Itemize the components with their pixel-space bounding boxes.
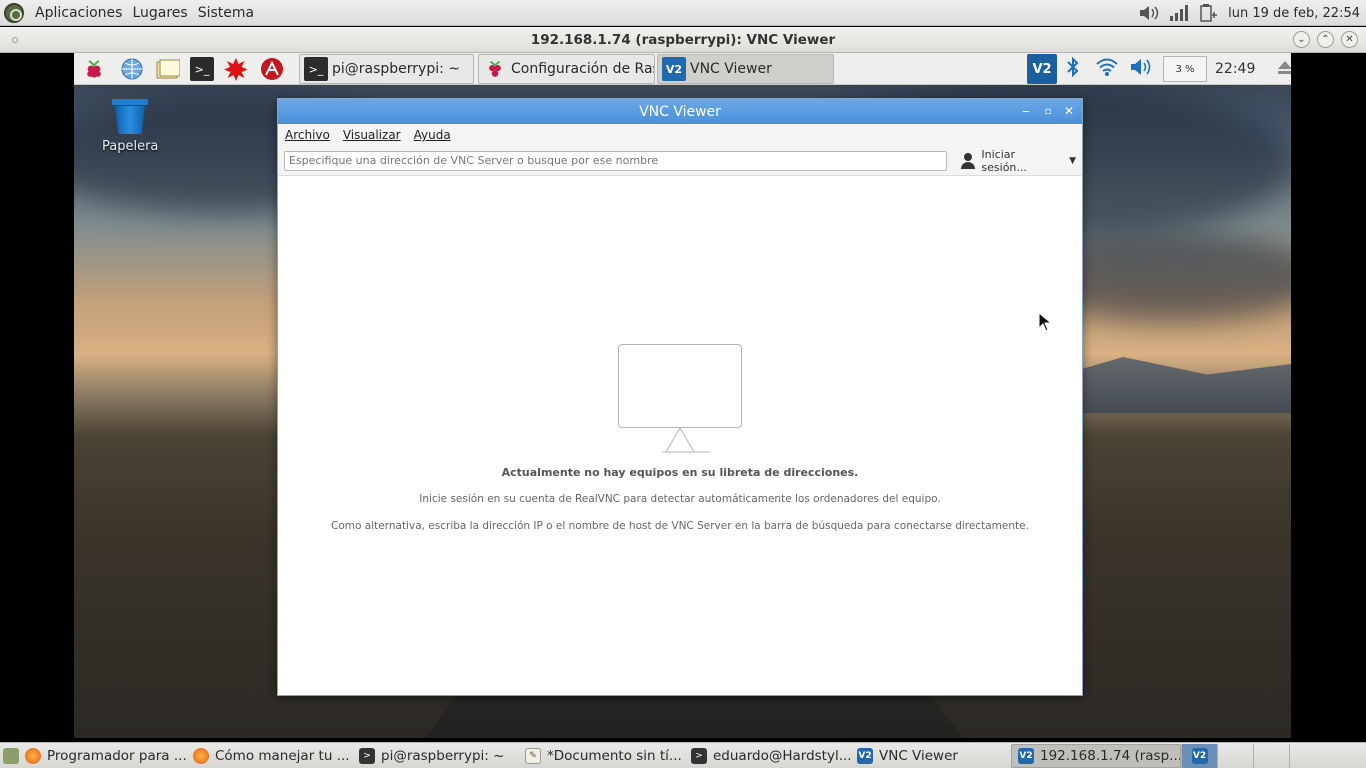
app-titlebar[interactable]: VNC Viewer ‒ ▫ ✕ (278, 99, 1082, 124)
app-menubar: Archivo Visualizar Ayuda (278, 124, 1082, 146)
volume-icon[interactable] (1138, 3, 1160, 23)
bottom-task-label: Programador para ... (47, 747, 187, 764)
vnc-icon: V2 (1018, 747, 1034, 764)
file-manager-icon[interactable] (154, 56, 182, 82)
remote-taskbar: >_ >_ pi@raspberrypi: ~ Configuración de… (74, 53, 1291, 85)
raspberry-menu-icon[interactable] (80, 56, 108, 82)
remote-desktop[interactable]: >_ >_ pi@raspberrypi: ~ Configuración de… (74, 53, 1291, 738)
menu-aplicaciones[interactable]: Aplicaciones (30, 5, 127, 21)
host-top-panel: Aplicaciones Lugares Sistema lun 19 de f… (0, 0, 1366, 26)
vnc-server-icon[interactable]: V2 (1027, 54, 1057, 84)
app-minimize-icon[interactable]: ‒ (1018, 103, 1034, 119)
remote-tray: V2 3 % 22:49 (1027, 53, 1291, 85)
bluetooth-icon[interactable] (1065, 56, 1081, 82)
remote-clock[interactable]: 22:49 (1215, 61, 1255, 77)
wolfram-icon[interactable] (258, 56, 286, 82)
monitor-illustration-icon (618, 344, 742, 454)
vnc-window-title: 192.168.1.74 (raspberrypi): VNC Viewer (530, 31, 836, 48)
search-bar: Iniciar sesión... ▼ (278, 146, 1082, 176)
bottom-task-6[interactable]: V2 VNC Viewer (851, 744, 1011, 768)
remote-task-terminal[interactable]: >_ pi@raspberrypi: ~ (299, 54, 474, 84)
wifi-icon[interactable] (1095, 57, 1119, 81)
menu-lugares[interactable]: Lugares (127, 5, 192, 21)
cpu-monitor[interactable]: 3 % (1163, 56, 1207, 82)
firefox-icon (25, 747, 41, 764)
mouse-cursor-icon (1038, 312, 1052, 332)
remote-task-vnc-viewer[interactable]: V2 VNC Viewer (657, 54, 834, 84)
bottom-task-7[interactable]: V2 192.168.1.74 (rasp... (1011, 743, 1181, 768)
remote-task-config[interactable]: Configuración de Ras... (478, 54, 655, 84)
vnc-icon: V2 (857, 747, 873, 764)
bottom-task-1[interactable]: Programador para ... (19, 744, 187, 768)
bottom-task-3[interactable]: > pi@raspberrypi: ~ (353, 744, 519, 768)
trash-desktop-icon[interactable]: Papelera (102, 97, 158, 154)
network-signal-icon[interactable] (1168, 3, 1190, 23)
empty-hint-ip: Como alternativa, escriba la dirección I… (331, 520, 1029, 532)
terminal-icon: > (359, 747, 375, 764)
menu-ayuda[interactable]: Ayuda (414, 128, 451, 142)
bottom-task-label: *Documento sin tí... (547, 747, 682, 764)
app-close-icon[interactable]: ✕ (1061, 103, 1077, 119)
battery-plug-icon[interactable] (1198, 3, 1220, 23)
app-maximize-icon[interactable]: ▫ (1040, 103, 1056, 119)
menu-sistema[interactable]: Sistema (193, 5, 259, 21)
bottom-task-4[interactable]: ✎ *Documento sin tí... (519, 744, 685, 768)
bottom-task-label: pi@raspberrypi: ~ (381, 747, 505, 764)
terminal-icon[interactable]: >_ (188, 56, 216, 82)
host-bottom-panel: Programador para ... Cómo manejar tu ...… (0, 742, 1366, 768)
mate-logo-icon[interactable] (4, 2, 24, 23)
menu-archivo[interactable]: Archivo (285, 128, 330, 142)
remote-task-label: Configuración de Ras... (511, 61, 654, 77)
caret-down-icon: ▼ (1069, 155, 1076, 166)
vnc-window-titlebar[interactable]: 192.168.1.74 (raspberrypi): VNC Viewer ⌄… (0, 27, 1366, 53)
empty-hint-login: Inicie sesión en su cuenta de RealVNC pa… (419, 493, 941, 505)
trash-icon (112, 97, 148, 135)
raspberry-icon (483, 57, 507, 81)
bottom-task-label: Cómo manejar tu ... (215, 747, 350, 764)
host-clock[interactable]: lun 19 de feb, 22:54 (1228, 6, 1360, 21)
remote-task-label: VNC Viewer (690, 61, 772, 77)
close-icon[interactable]: ✕ (1341, 31, 1358, 48)
window-menu-icon[interactable] (12, 37, 18, 43)
vnc-icon: V2 (1191, 747, 1208, 764)
vnc-viewer-app-window: VNC Viewer ‒ ▫ ✕ Archivo Visualizar Ayud… (277, 98, 1083, 696)
terminal-icon: >_ (304, 57, 328, 81)
bottom-task-label: VNC Viewer (879, 747, 958, 764)
workspace-1[interactable]: V2 (1181, 743, 1217, 768)
show-desktop-icon[interactable] (3, 747, 19, 764)
empty-title: Actualmente no hay equipos en su libreta… (501, 466, 859, 479)
bottom-task-5[interactable]: > eduardo@Hardstyl... (685, 744, 851, 768)
user-icon (960, 152, 976, 169)
login-label: Iniciar sesión... (981, 147, 1027, 174)
menu-visualizar[interactable]: Visualizar (343, 128, 401, 142)
app-title: VNC Viewer (639, 103, 721, 120)
bottom-task-label: 192.168.1.74 (rasp... (1040, 747, 1181, 764)
vnc-icon: V2 (662, 57, 686, 81)
terminal-icon: > (691, 747, 707, 764)
speaker-icon[interactable] (1129, 57, 1153, 81)
maximize-icon[interactable]: ⌃ (1317, 31, 1334, 48)
remote-task-label: pi@raspberrypi: ~ (332, 61, 461, 77)
eject-icon[interactable] (1277, 59, 1291, 79)
workspace-2[interactable] (1217, 743, 1253, 768)
workspace-4[interactable] (1289, 743, 1325, 768)
host-menu-bar: Aplicaciones Lugares Sistema (0, 0, 259, 26)
search-input[interactable] (284, 150, 947, 171)
bottom-task-2[interactable]: Cómo manejar tu ... (187, 744, 353, 768)
host-system-tray: lun 19 de feb, 22:54 (1138, 0, 1366, 26)
login-button[interactable]: Iniciar sesión... ▼ (960, 148, 1076, 174)
browser-globe-icon[interactable] (118, 56, 146, 82)
address-book-empty-state: Actualmente no hay equipos en su libreta… (278, 177, 1082, 695)
minimize-icon[interactable]: ⌄ (1293, 31, 1310, 48)
mathematica-icon[interactable] (222, 56, 250, 82)
workspace-3[interactable] (1253, 743, 1289, 768)
firefox-icon (193, 747, 209, 764)
bottom-task-label: eduardo@Hardstyl... (713, 747, 851, 764)
trash-label: Papelera (102, 139, 159, 154)
text-editor-icon: ✎ (525, 747, 541, 764)
